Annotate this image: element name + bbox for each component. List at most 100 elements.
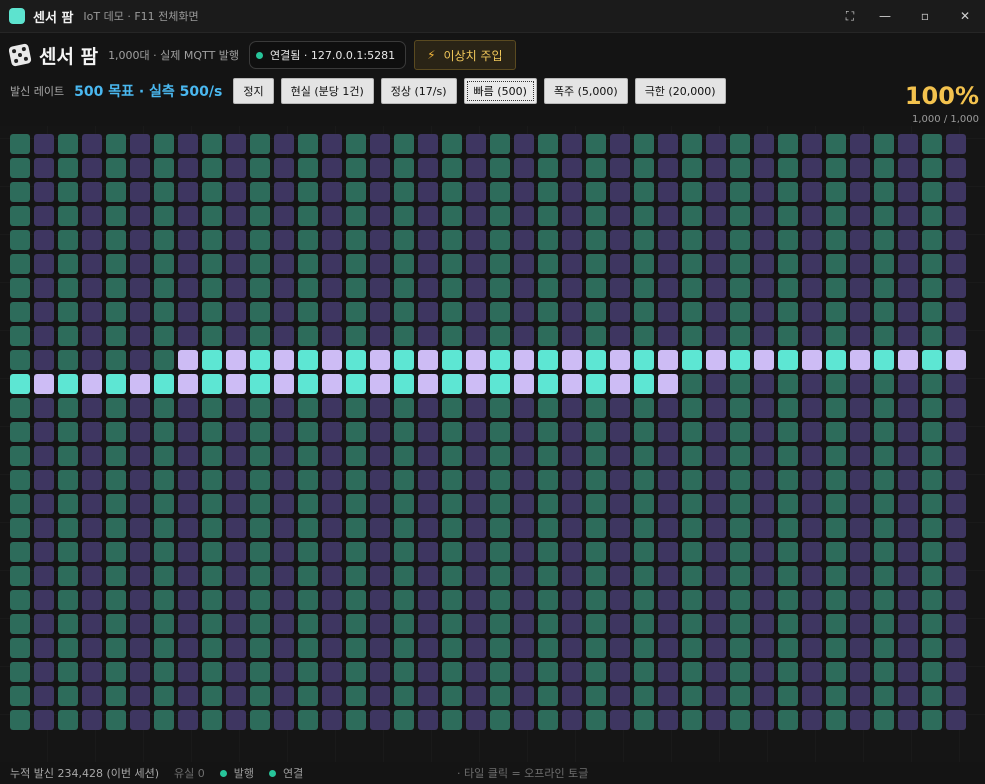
sensor-tile[interactable] xyxy=(442,182,462,202)
sensor-tile[interactable] xyxy=(874,374,894,394)
sensor-tile[interactable] xyxy=(346,470,366,490)
sensor-tile[interactable] xyxy=(82,446,102,466)
sensor-tile[interactable] xyxy=(706,638,726,658)
sensor-tile[interactable] xyxy=(442,710,462,730)
sensor-tile[interactable] xyxy=(778,542,798,562)
sensor-tile[interactable] xyxy=(538,326,558,346)
sensor-tile[interactable] xyxy=(730,542,750,562)
sensor-tile[interactable] xyxy=(82,230,102,250)
sensor-tile[interactable] xyxy=(730,278,750,298)
sensor-tile[interactable] xyxy=(250,206,270,226)
sensor-tile[interactable] xyxy=(322,590,342,610)
rate-button[interactable]: 현실 (분당 1건) xyxy=(280,78,374,104)
sensor-tile[interactable] xyxy=(658,326,678,346)
sensor-tile[interactable] xyxy=(946,446,966,466)
sensor-tile[interactable] xyxy=(130,494,150,514)
sensor-tile[interactable] xyxy=(226,374,246,394)
sensor-tile[interactable] xyxy=(562,326,582,346)
sensor-tile[interactable] xyxy=(610,566,630,586)
sensor-tile[interactable] xyxy=(466,518,486,538)
sensor-tile[interactable] xyxy=(418,422,438,442)
sensor-tile[interactable] xyxy=(586,158,606,178)
sensor-tile[interactable] xyxy=(370,278,390,298)
sensor-tile[interactable] xyxy=(634,470,654,490)
sensor-tile[interactable] xyxy=(586,230,606,250)
sensor-tile[interactable] xyxy=(34,278,54,298)
sensor-tile[interactable] xyxy=(682,158,702,178)
sensor-tile[interactable] xyxy=(178,446,198,466)
sensor-tile[interactable] xyxy=(826,566,846,586)
sensor-tile[interactable] xyxy=(346,302,366,322)
sensor-tile[interactable] xyxy=(634,686,654,706)
sensor-tile[interactable] xyxy=(634,614,654,634)
sensor-tile[interactable] xyxy=(82,326,102,346)
sensor-tile[interactable] xyxy=(466,206,486,226)
sensor-tile[interactable] xyxy=(154,302,174,322)
sensor-tile[interactable] xyxy=(874,254,894,274)
sensor-tile[interactable] xyxy=(322,662,342,682)
sensor-tile[interactable] xyxy=(898,326,918,346)
sensor-tile[interactable] xyxy=(490,158,510,178)
sensor-tile[interactable] xyxy=(754,614,774,634)
sensor-tile[interactable] xyxy=(394,686,414,706)
sensor-tile[interactable] xyxy=(826,542,846,562)
sensor-tile[interactable] xyxy=(730,470,750,490)
sensor-tile[interactable] xyxy=(298,638,318,658)
sensor-tile[interactable] xyxy=(514,542,534,562)
sensor-tile[interactable] xyxy=(202,230,222,250)
sensor-tile[interactable] xyxy=(418,158,438,178)
sensor-tile[interactable] xyxy=(418,182,438,202)
sensor-tile[interactable] xyxy=(538,494,558,514)
sensor-tile[interactable] xyxy=(346,590,366,610)
sensor-tile[interactable] xyxy=(322,350,342,370)
sensor-tile[interactable] xyxy=(682,638,702,658)
sensor-tile[interactable] xyxy=(946,710,966,730)
sensor-tile[interactable] xyxy=(154,182,174,202)
sensor-tile[interactable] xyxy=(514,230,534,250)
sensor-tile[interactable] xyxy=(826,422,846,442)
sensor-tile[interactable] xyxy=(394,206,414,226)
sensor-tile[interactable] xyxy=(538,470,558,490)
sensor-tile[interactable] xyxy=(946,302,966,322)
sensor-tile[interactable] xyxy=(730,158,750,178)
sensor-tile[interactable] xyxy=(730,302,750,322)
sensor-tile[interactable] xyxy=(274,614,294,634)
sensor-tile[interactable] xyxy=(826,662,846,682)
sensor-tile[interactable] xyxy=(562,230,582,250)
inject-anomaly-button[interactable]: ⚡ 이상치 주입 xyxy=(414,40,516,70)
sensor-tile[interactable] xyxy=(58,182,78,202)
sensor-tile[interactable] xyxy=(658,350,678,370)
sensor-tile[interactable] xyxy=(130,686,150,706)
sensor-tile[interactable] xyxy=(586,638,606,658)
rate-button[interactable]: 극한 (20,000) xyxy=(634,78,726,104)
sensor-tile[interactable] xyxy=(10,710,30,730)
sensor-tile[interactable] xyxy=(514,158,534,178)
sensor-tile[interactable] xyxy=(922,254,942,274)
sensor-tile[interactable] xyxy=(58,254,78,274)
sensor-tile[interactable] xyxy=(898,446,918,466)
sensor-tile[interactable] xyxy=(610,662,630,682)
sensor-tile[interactable] xyxy=(730,446,750,466)
sensor-tile[interactable] xyxy=(730,398,750,418)
sensor-tile[interactable] xyxy=(250,182,270,202)
sensor-tile[interactable] xyxy=(226,350,246,370)
sensor-tile[interactable] xyxy=(586,446,606,466)
sensor-tile[interactable] xyxy=(178,422,198,442)
sensor-tile[interactable] xyxy=(202,134,222,154)
sensor-tile[interactable] xyxy=(346,254,366,274)
sensor-tile[interactable] xyxy=(682,374,702,394)
sensor-tile[interactable] xyxy=(322,638,342,658)
sensor-tile[interactable] xyxy=(178,542,198,562)
sensor-tile[interactable] xyxy=(10,278,30,298)
sensor-tile[interactable] xyxy=(466,158,486,178)
sensor-tile[interactable] xyxy=(346,710,366,730)
sensor-tile[interactable] xyxy=(634,494,654,514)
sensor-tile[interactable] xyxy=(850,470,870,490)
sensor-tile[interactable] xyxy=(946,590,966,610)
sensor-tile[interactable] xyxy=(58,566,78,586)
sensor-tile[interactable] xyxy=(874,158,894,178)
sensor-tile[interactable] xyxy=(466,350,486,370)
sensor-tile[interactable] xyxy=(754,686,774,706)
sensor-tile[interactable] xyxy=(634,398,654,418)
sensor-tile[interactable] xyxy=(634,182,654,202)
